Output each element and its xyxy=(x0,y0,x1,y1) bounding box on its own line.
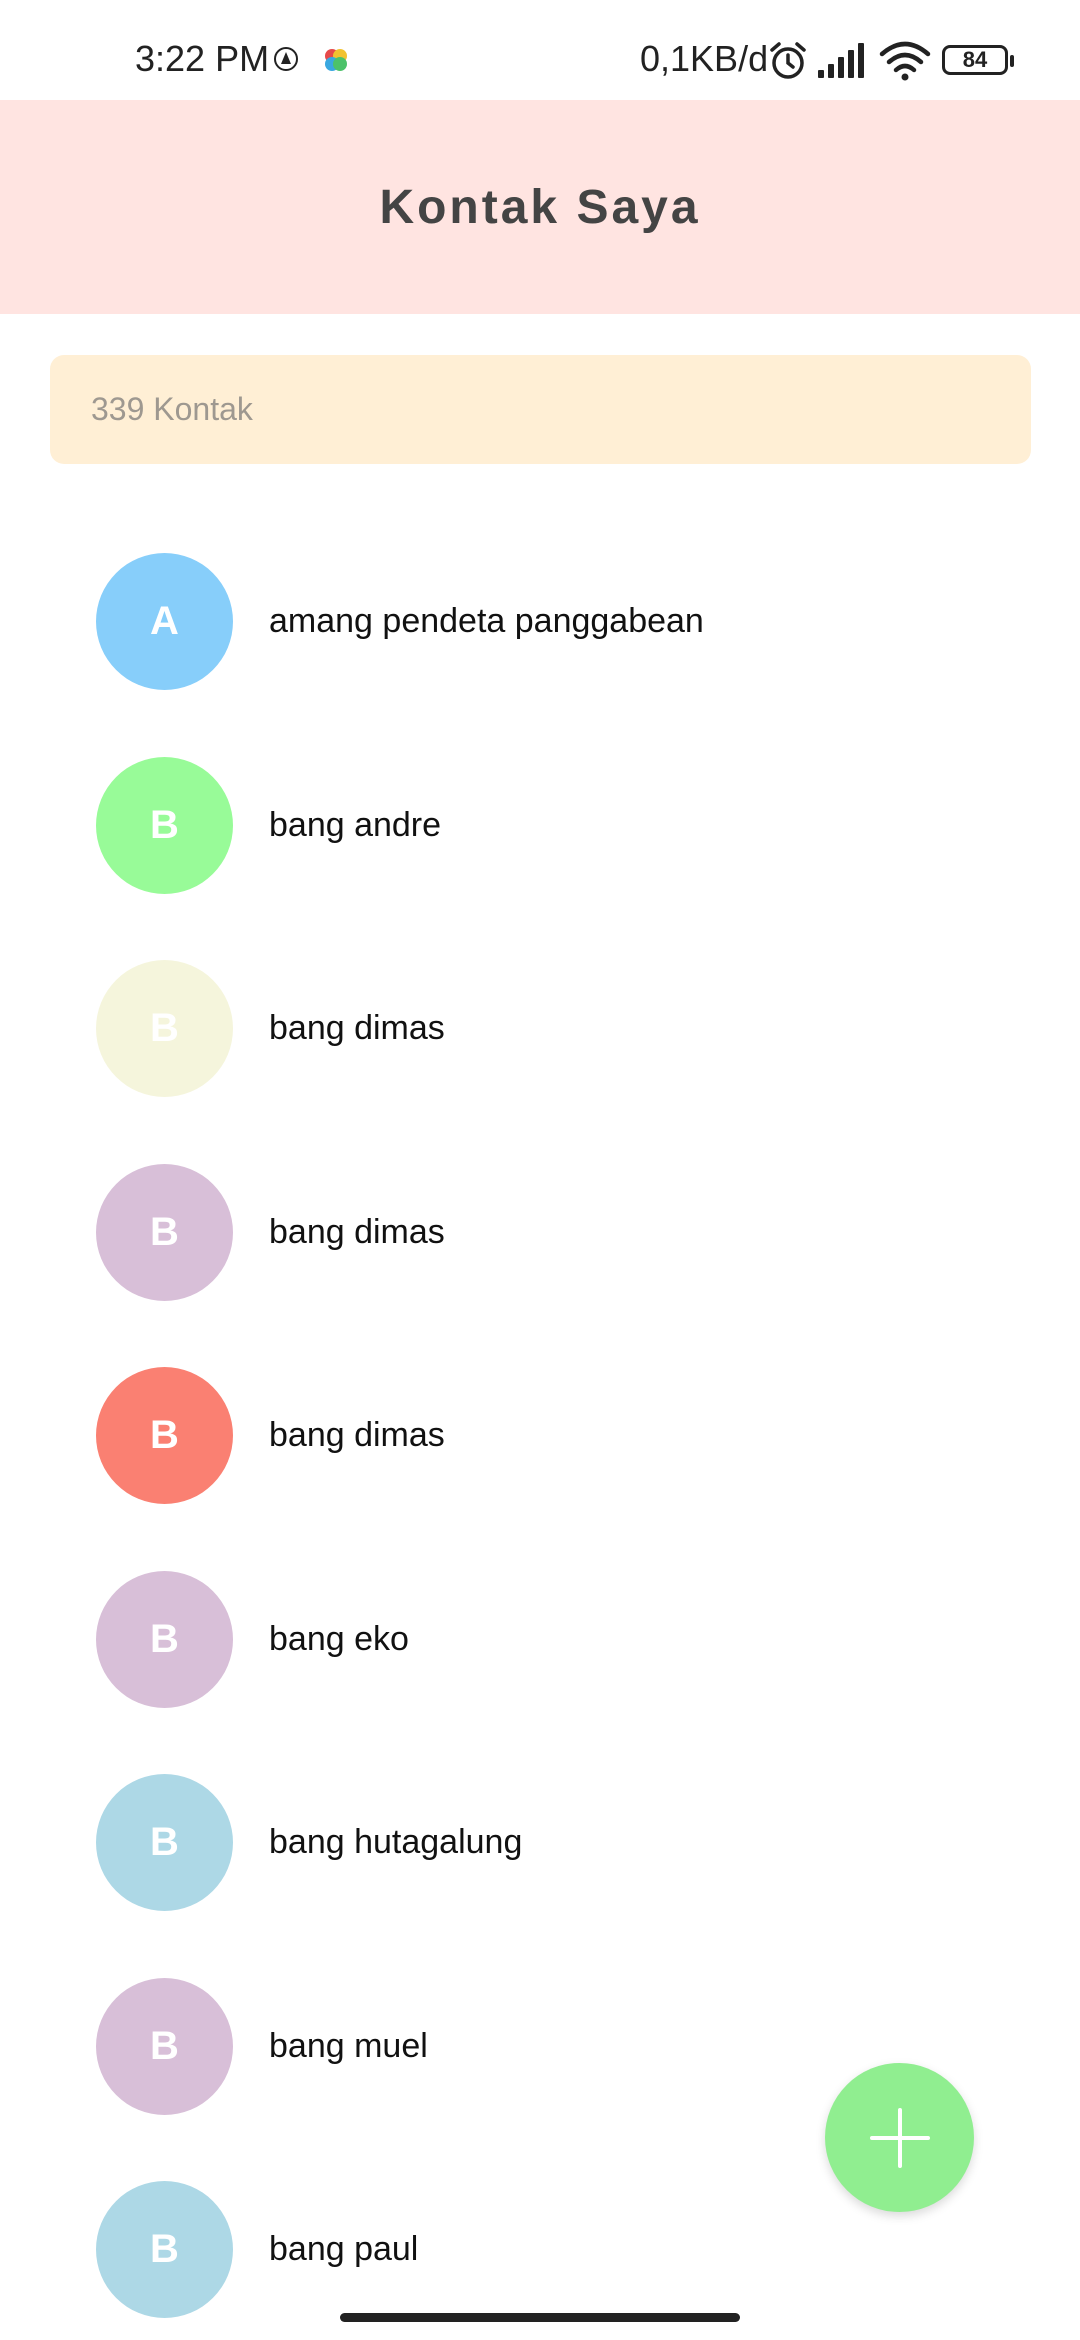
contact-row[interactable]: B bang hutagalung xyxy=(0,1741,1080,1945)
wifi-icon xyxy=(879,41,931,81)
colorful-app-icon xyxy=(325,49,347,71)
battery-icon: 84 xyxy=(942,45,1014,75)
contact-name: bang dimas xyxy=(269,1009,445,1048)
contact-name: bang eko xyxy=(269,1619,409,1658)
add-contact-button[interactable] xyxy=(825,2063,974,2212)
avatar: B xyxy=(96,1163,233,1301)
app-notification-icon xyxy=(274,47,298,71)
contact-name: bang dimas xyxy=(269,1212,445,1251)
contact-row[interactable]: B bang dimas xyxy=(0,1131,1080,1335)
avatar: A xyxy=(96,553,233,691)
contact-name: bang paul xyxy=(269,2230,419,2269)
home-gesture-bar[interactable] xyxy=(340,2313,740,2322)
avatar: B xyxy=(96,1570,233,1708)
battery-level: 84 xyxy=(962,47,988,72)
avatar: B xyxy=(96,1367,233,1505)
status-bar: 3:22 PM 0,1KB/d 84 xyxy=(0,0,1080,100)
avatar: B xyxy=(96,756,233,894)
contact-count-banner: 339 Kontak xyxy=(50,355,1031,464)
contact-row[interactable]: B bang eko xyxy=(0,1538,1080,1742)
signal-icon xyxy=(818,43,864,78)
contact-name: bang muel xyxy=(269,2026,428,2065)
status-time: 3:22 PM xyxy=(135,38,270,79)
contact-name: bang andre xyxy=(269,805,442,844)
contact-count: 339 Kontak xyxy=(91,391,253,427)
network-speed: 0,1KB/d xyxy=(640,38,769,79)
avatar: B xyxy=(96,960,233,1098)
contact-name: amang pendeta panggabean xyxy=(269,602,704,641)
avatar: B xyxy=(96,2181,233,2319)
plus-icon xyxy=(869,2107,930,2168)
alarm-icon xyxy=(770,42,806,79)
contact-name: bang dimas xyxy=(269,1416,445,1455)
app-header: Kontak Saya xyxy=(0,100,1080,314)
contact-row[interactable]: B bang andre xyxy=(0,724,1080,928)
avatar: B xyxy=(96,1774,233,1912)
page-title: Kontak Saya xyxy=(379,180,701,234)
contact-row[interactable]: B bang dimas xyxy=(0,1334,1080,1538)
contact-row[interactable]: B bang dimas xyxy=(0,927,1080,1131)
contact-row[interactable]: A amang pendeta panggabean xyxy=(0,520,1080,724)
contact-name: bang hutagalung xyxy=(269,1823,523,1862)
contacts-screen: 3:22 PM 0,1KB/d 84 Kontak Saya 339 Konta… xyxy=(0,0,1080,2340)
avatar: B xyxy=(96,1977,233,2115)
